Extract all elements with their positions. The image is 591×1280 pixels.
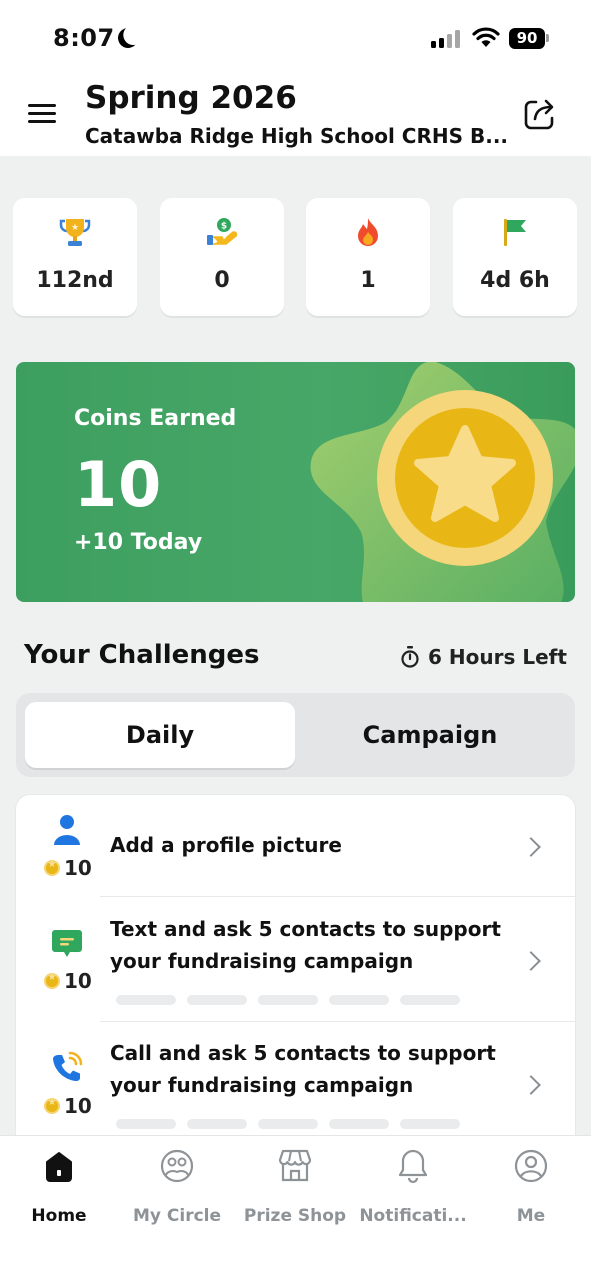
nav-prize-shop[interactable]: Prize Shop [236,1148,354,1228]
challenges-title: Your Challenges [24,640,260,670]
moon-icon [115,25,141,51]
challenge-item-call-contacts[interactable]: 10 Call and ask 5 contacts to support yo… [16,1022,575,1136]
chevron-right-icon [521,1075,541,1095]
page-subtitle: Catawba Ridge High School CRHS B... [85,124,509,148]
menu-icon[interactable] [28,104,56,124]
coin-icon [44,859,60,876]
challenge-text-line: Call and ask 5 contacts to support [110,1041,496,1065]
stat-rank[interactable]: ★ 112nd [13,198,137,316]
stat-streak-value: 1 [360,268,376,293]
chevron-right-icon [521,951,541,971]
status-bar: 8:07 90 [0,0,591,72]
stat-donations[interactable]: $ 0 [160,198,284,316]
nav-label: Notificati... [359,1206,467,1226]
stat-time-remaining[interactable]: 4d 6h [453,198,577,316]
coins-today: +10 Today [74,530,203,555]
challenge-text-line: your fundraising campaign [110,1073,414,1097]
user-profile-icon [514,1149,548,1183]
battery-cap [546,34,549,42]
wifi-icon [472,27,500,47]
challenge-reward: 10 [44,856,92,880]
trophy-icon: ★ [59,219,91,246]
challenge-text-line: your fundraising campaign [110,949,414,973]
circle-faces-icon [160,1149,194,1183]
person-icon [54,815,80,845]
tab-campaign[interactable]: Campaign [295,702,565,768]
challenge-progress [116,1119,460,1129]
reward-value: 10 [64,969,92,993]
challenge-item-profile-picture[interactable]: 10 Add a profile picture [16,795,575,897]
fire-icon [358,218,378,246]
page-title: Spring 2026 [85,80,297,116]
coin-icon [44,972,60,989]
home-icon [46,1152,72,1182]
time-left-text: 6 Hours Left [428,645,567,669]
challenge-text-line: Add a profile picture [110,833,342,857]
nav-me[interactable]: Me [472,1148,590,1228]
main-content: ★ 112nd $ 0 1 4d 6h Coins Earned 10 +10 … [0,156,591,1136]
nav-label: Me [516,1206,546,1226]
challenge-text: Text and ask 5 contacts to support your … [110,913,501,977]
chevron-right-icon [521,837,541,857]
stat-rank-value: 112nd [36,268,114,293]
stat-time-remaining-value: 4d 6h [480,268,550,293]
nav-my-circle[interactable]: My Circle [118,1148,236,1228]
phone-call-icon [53,1051,83,1081]
reward-value: 10 [64,1094,92,1118]
tab-daily[interactable]: Daily [25,702,295,768]
donation-hand-icon: $ [207,218,238,245]
svg-text:★: ★ [71,223,79,233]
challenge-text-line: Text and ask 5 contacts to support [110,917,501,941]
shop-icon [278,1149,312,1182]
coins-earned-card: Coins Earned 10 +10 Today [16,362,575,602]
bell-icon [398,1149,428,1184]
header: Spring 2026 Catawba Ridge High School CR… [0,72,591,156]
time-left: 6 Hours Left [400,644,567,670]
challenge-list: 10 Add a profile picture 10 Text and ask… [16,795,575,1136]
nav-notifications[interactable]: Notificati... [354,1148,472,1228]
challenge-text: Call and ask 5 contacts to support your … [110,1037,496,1101]
nav-home[interactable]: Home [0,1148,118,1228]
bottom-nav: Home My Circle Prize Shop Notificati... [0,1136,591,1280]
signal-icon [431,30,463,48]
challenge-progress [116,995,460,1005]
star-coin-icon [310,362,575,602]
stat-donations-value: 0 [214,268,230,293]
battery-level: 90 [509,28,545,49]
challenge-reward: 10 [44,969,92,993]
reward-value: 10 [64,856,92,880]
nav-label: My Circle [132,1206,222,1226]
nav-label: Prize Shop [243,1206,347,1226]
nav-label: Home [31,1206,87,1226]
challenge-item-text-contacts[interactable]: 10 Text and ask 5 contacts to support yo… [16,897,575,1022]
chat-message-icon [52,930,82,957]
flag-icon [504,219,526,246]
coins-value: 10 [74,448,163,521]
coin-icon [44,1097,60,1114]
challenge-tabs: Daily Campaign [16,693,575,777]
stat-streak[interactable]: 1 [306,198,430,316]
stopwatch-icon [401,646,419,668]
svg-text:$: $ [221,222,227,232]
challenge-reward: 10 [44,1094,92,1118]
status-time: 8:07 [53,24,115,52]
challenge-text: Add a profile picture [110,829,342,861]
share-icon[interactable] [522,96,558,132]
coins-label: Coins Earned [74,406,237,431]
